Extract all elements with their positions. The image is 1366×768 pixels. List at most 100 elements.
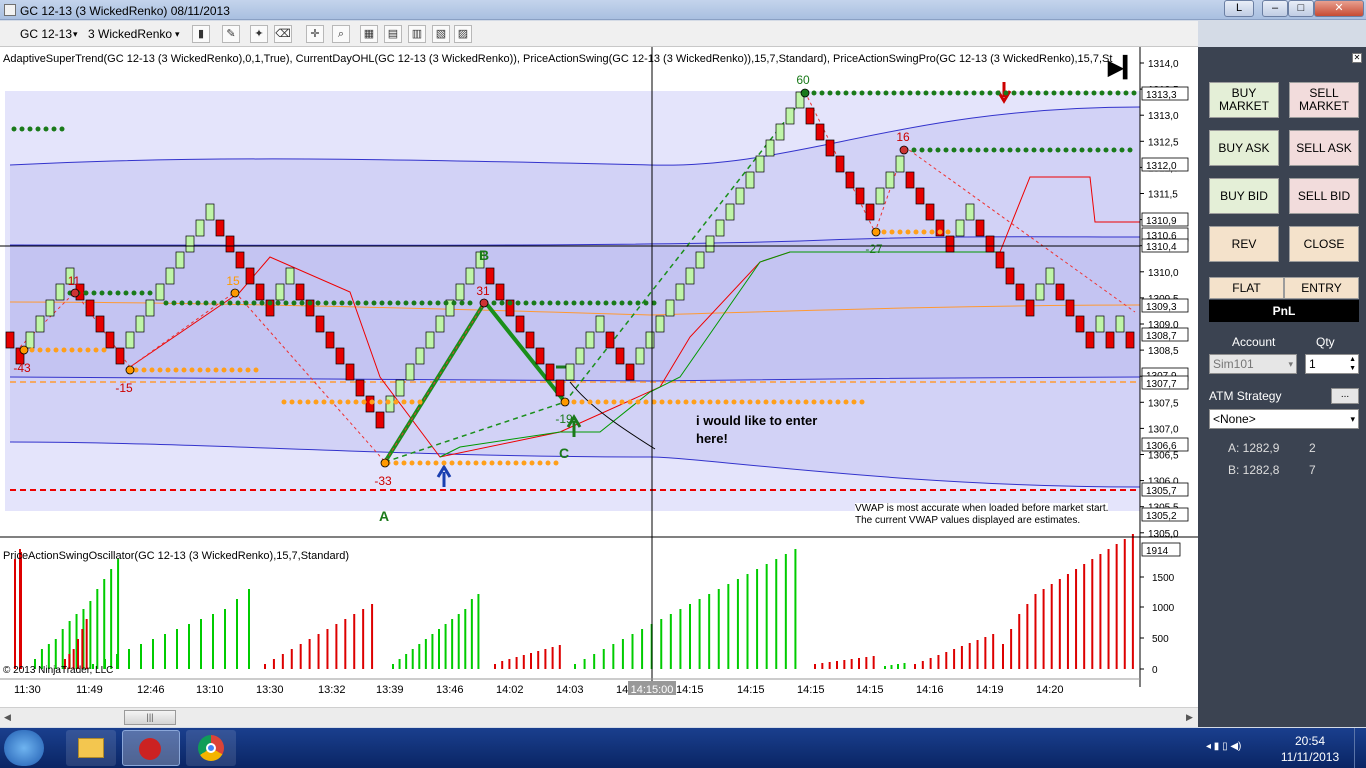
oscillator-bar (660, 619, 663, 669)
time-tick-label: 11:49 (76, 684, 103, 696)
pin-icon[interactable]: ✦ (250, 25, 268, 43)
scroll-thumb[interactable]: ||| (124, 710, 176, 725)
oscillator-bar (850, 659, 853, 669)
renko-brick (435, 315, 445, 333)
oscillator-bar (85, 619, 88, 669)
renko-brick (1035, 283, 1045, 301)
oscillator-bar (1010, 629, 1013, 669)
play-icon[interactable]: ▶▎ (1108, 55, 1139, 80)
time-tick-label: 13:10 (196, 684, 224, 696)
oscillator-bar (371, 604, 374, 669)
explorer-taskbar-icon[interactable] (66, 730, 116, 766)
renko-brick (235, 251, 245, 269)
flat-button[interactable]: FLAT (1209, 277, 1284, 299)
renko-brick (815, 123, 825, 141)
close-position-button[interactable]: CLOSE (1289, 226, 1359, 262)
renko-brick (785, 107, 795, 125)
renko-brick (1055, 283, 1065, 301)
swing-label: 31 (476, 284, 490, 298)
bar-style-icon[interactable]: ▮ (192, 25, 210, 43)
oscillator-bar (843, 660, 846, 669)
price-tick-label: 1306,5 (1148, 451, 1179, 462)
oscillator-bar (61, 629, 64, 669)
buy-ask-button[interactable]: BUY ASK (1209, 130, 1279, 166)
entry-button[interactable]: ENTRY (1284, 277, 1359, 299)
atm-strategy-select[interactable]: <None> ▾ (1209, 409, 1359, 429)
oscillator-bar (897, 664, 899, 669)
renko-brick (285, 267, 295, 285)
buy-bid-button[interactable]: BUY BID (1209, 178, 1279, 214)
strategies-icon[interactable]: ▤ (384, 25, 402, 43)
link-button[interactable]: L (1224, 0, 1254, 17)
oscillator-bar (775, 559, 778, 669)
osc-tick-label: 500 (1152, 634, 1169, 645)
pencil-icon[interactable]: ✎ (222, 25, 240, 43)
instrument-selector[interactable]: GC 12-13 (20, 24, 72, 44)
tray-icons[interactable]: ◂ ▮ ▯ ◀) (1206, 741, 1241, 752)
start-button[interactable] (4, 730, 44, 766)
swing-label: A (379, 508, 389, 524)
oscillator-bar (451, 619, 454, 669)
price-chart[interactable]: 1314,01313,51313,01312,51312,01311,51311… (0, 47, 1198, 709)
swing-marker (380, 458, 390, 468)
renko-brick (1085, 331, 1095, 349)
time-tick-label: 13:32 (318, 684, 346, 696)
period-selector[interactable]: 3 WickedRenko (88, 24, 172, 44)
renko-brick (355, 379, 365, 397)
qty-stepper[interactable]: 1 ▲ ▼ (1305, 354, 1359, 374)
ask-label: A: 1282,9 (1228, 441, 1280, 455)
oscillator-bar (164, 634, 166, 669)
renko-brick (915, 187, 925, 205)
renko-brick (25, 331, 35, 349)
stepper-arrows-icon[interactable]: ▲ ▼ (1349, 355, 1356, 373)
renko-brick (855, 187, 865, 205)
scroll-right-icon[interactable]: ▶ (1186, 712, 1193, 723)
data-box-icon[interactable]: ▧ (432, 25, 450, 43)
horizontal-scrollbar[interactable]: ◀ ||| ▶ (0, 707, 1198, 727)
price-tick-label: 1307,0 (1148, 424, 1179, 435)
properties-icon[interactable]: ▨ (454, 25, 472, 43)
close-icon[interactable]: ✕ (1352, 53, 1362, 63)
oscillator-bar (392, 664, 394, 669)
sell-ask-button[interactable]: SELL ASK (1289, 130, 1359, 166)
close-button[interactable]: ✕ (1314, 0, 1364, 17)
pnl-display: PnL (1209, 300, 1359, 322)
swing-marker (560, 397, 570, 407)
renko-brick (585, 331, 595, 349)
price-tick-label: 1314,0 (1148, 59, 1179, 70)
minimize-button[interactable]: – (1262, 0, 1288, 17)
ninjatrader-taskbar-icon[interactable] (122, 730, 180, 766)
buy-market-button[interactable]: BUY MARKET (1209, 82, 1279, 118)
chevron-down-icon[interactable]: ▾ (73, 24, 78, 44)
price-tick-label: 1313,0 (1148, 111, 1179, 122)
show-desktop-button[interactable] (1354, 728, 1366, 768)
renko-brick (375, 411, 385, 429)
scroll-left-icon[interactable]: ◀ (4, 712, 11, 723)
chrome-taskbar-icon[interactable] (186, 730, 236, 766)
time-tick-label: 13:39 (376, 684, 404, 696)
oscillator-bar (117, 559, 120, 669)
oscillator-bar (89, 601, 92, 669)
bid-size: 7 (1309, 463, 1316, 477)
chart-trader-icon[interactable]: ▥ (408, 25, 426, 43)
renko-brick (85, 299, 95, 317)
price-box-label: 1310,4 (1146, 242, 1177, 253)
atm-settings-button[interactable]: ... (1331, 388, 1359, 404)
eraser-icon[interactable]: ⌫ (274, 25, 292, 43)
sell-bid-button[interactable]: SELL BID (1289, 178, 1359, 214)
oscillator-bar (784, 554, 787, 669)
swing-marker (479, 298, 489, 308)
zoom-icon[interactable]: ⌕ (332, 25, 350, 43)
sell-market-button[interactable]: SELL MARKET (1289, 82, 1359, 118)
renko-brick (635, 347, 645, 365)
reverse-button[interactable]: REV (1209, 226, 1279, 262)
indicators-icon[interactable]: ▦ (360, 25, 378, 43)
chevron-down-icon[interactable]: ▾ (175, 24, 180, 44)
crosshair-icon[interactable]: ✛ (306, 25, 324, 43)
account-select[interactable]: Sim101 ▾ (1209, 354, 1297, 374)
maximize-button[interactable]: □ (1288, 0, 1314, 17)
oscillator-bar (501, 661, 504, 669)
oscillator-bar (431, 634, 434, 669)
oscillator-bar (929, 658, 932, 669)
renko-brick (1015, 283, 1025, 301)
